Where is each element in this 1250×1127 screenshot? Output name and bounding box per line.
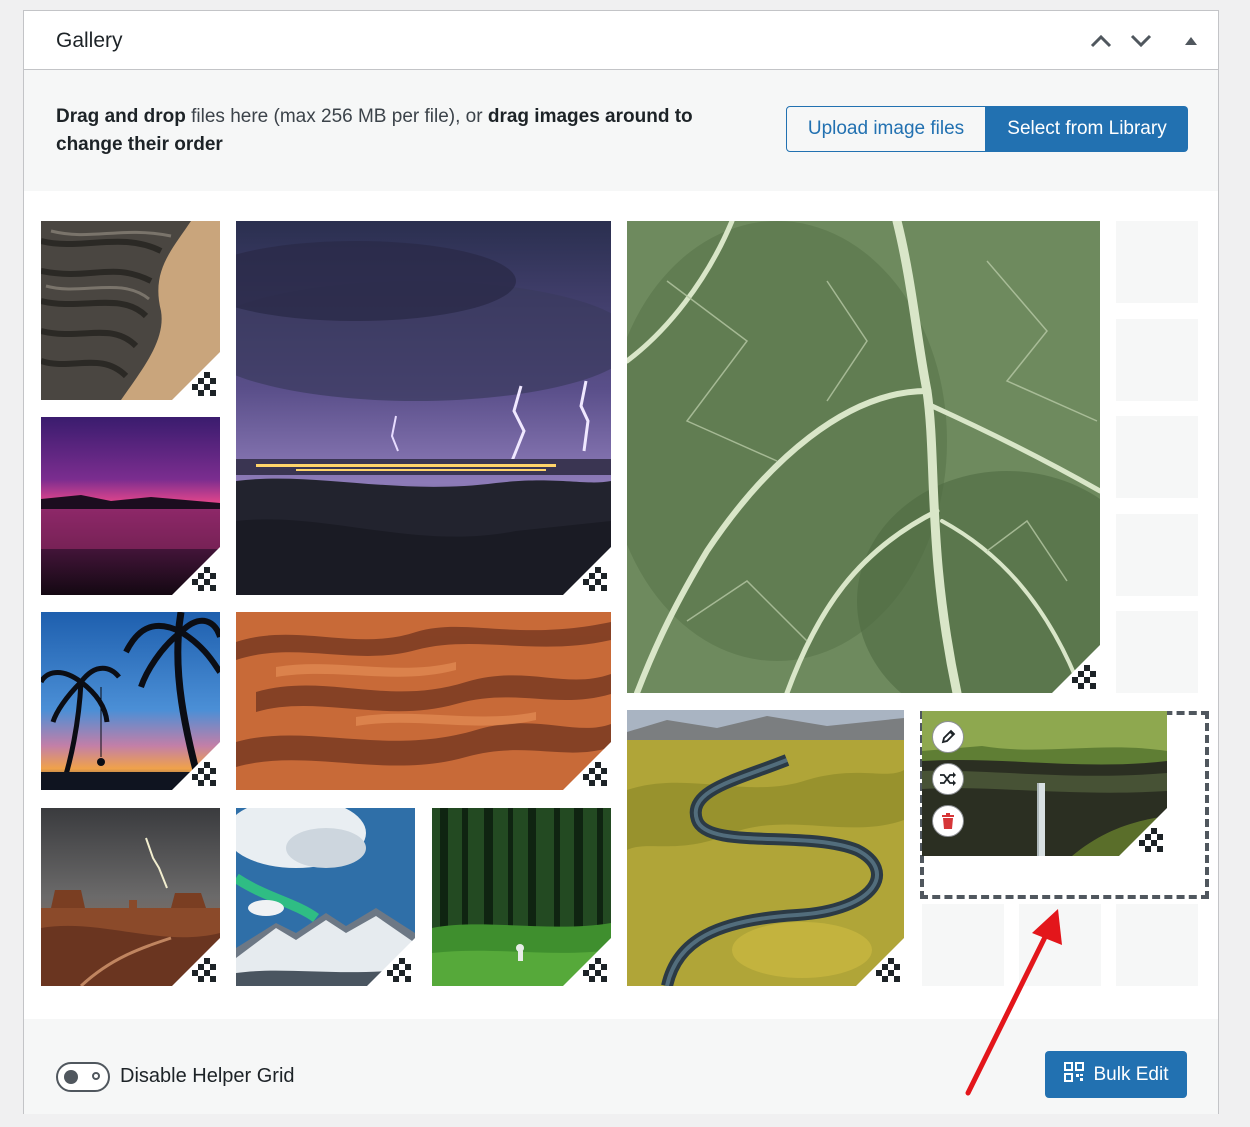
resize-handle-icon[interactable] bbox=[172, 352, 220, 400]
resize-handle-icon[interactable] bbox=[172, 938, 220, 986]
thumb-pink-sunset-lake[interactable] bbox=[41, 417, 220, 595]
pencil-icon[interactable] bbox=[932, 721, 964, 753]
upload-instructions: Drag and drop files here (max 256 MB per… bbox=[56, 103, 746, 159]
upload-image-files-button[interactable]: Upload image files bbox=[786, 106, 986, 152]
annotation-arrow bbox=[965, 909, 1062, 1096]
helper-grid-cell bbox=[1116, 319, 1198, 401]
change-order-strong: change their order bbox=[56, 134, 223, 155]
helper-grid-cell bbox=[1116, 416, 1198, 498]
thumb-aurora-snow-mountains[interactable] bbox=[236, 808, 415, 986]
thumb-green-leaf[interactable] bbox=[627, 221, 1100, 693]
toggle-knob bbox=[64, 1070, 78, 1084]
drag-images-strong: drag images around to bbox=[487, 106, 693, 127]
upload-notice: Drag and drop files here (max 256 MB per… bbox=[24, 70, 1218, 191]
triangle-up-icon[interactable] bbox=[1176, 26, 1206, 56]
chevron-down-icon[interactable] bbox=[1126, 26, 1156, 56]
thumb-green-forest[interactable] bbox=[432, 808, 611, 986]
resize-handle-icon[interactable] bbox=[172, 742, 220, 790]
helper-grid-cell bbox=[1116, 514, 1198, 596]
resize-handle-icon[interactable] bbox=[1119, 808, 1167, 856]
shuffle-icon[interactable] bbox=[932, 763, 964, 795]
helper-grid-label: Disable Helper Grid bbox=[120, 1065, 295, 1087]
select-from-library-button[interactable]: Select from Library bbox=[986, 106, 1188, 152]
bulk-edit-label: Bulk Edit bbox=[1093, 1063, 1169, 1085]
trash-icon[interactable] bbox=[932, 805, 964, 837]
toggle-off-indicator bbox=[92, 1072, 100, 1080]
panel-header: Gallery bbox=[24, 11, 1218, 70]
chevron-up-icon[interactable] bbox=[1086, 26, 1116, 56]
resize-handle-icon[interactable] bbox=[1052, 645, 1100, 693]
helper-grid-cell bbox=[1116, 611, 1198, 693]
thumb-waterfall-cliff[interactable] bbox=[922, 711, 1167, 856]
helper-grid-toggle[interactable] bbox=[56, 1062, 110, 1092]
resize-handle-icon[interactable] bbox=[856, 938, 904, 986]
thumb-eroded-terrain[interactable] bbox=[41, 221, 220, 400]
resize-handle-icon[interactable] bbox=[563, 938, 611, 986]
thumb-lightning-night[interactable] bbox=[236, 221, 611, 595]
resize-handle-icon[interactable] bbox=[367, 938, 415, 986]
notice-middle: files here (max 256 MB per file), or bbox=[185, 106, 488, 127]
helper-grid-cell bbox=[1116, 904, 1198, 986]
thumb-sand-dunes[interactable] bbox=[236, 612, 611, 790]
helper-grid-cell bbox=[1116, 221, 1198, 303]
resize-handle-icon[interactable] bbox=[563, 742, 611, 790]
drag-drop-strong: Drag and drop bbox=[56, 106, 186, 127]
thumb-monument-valley-storm[interactable] bbox=[41, 808, 220, 986]
thumb-river-meadow[interactable] bbox=[627, 710, 904, 986]
panel-title: Gallery bbox=[56, 29, 123, 52]
resize-handle-icon[interactable] bbox=[563, 547, 611, 595]
resize-handle-icon[interactable] bbox=[172, 547, 220, 595]
thumb-palm-trees-swing[interactable] bbox=[41, 612, 220, 790]
